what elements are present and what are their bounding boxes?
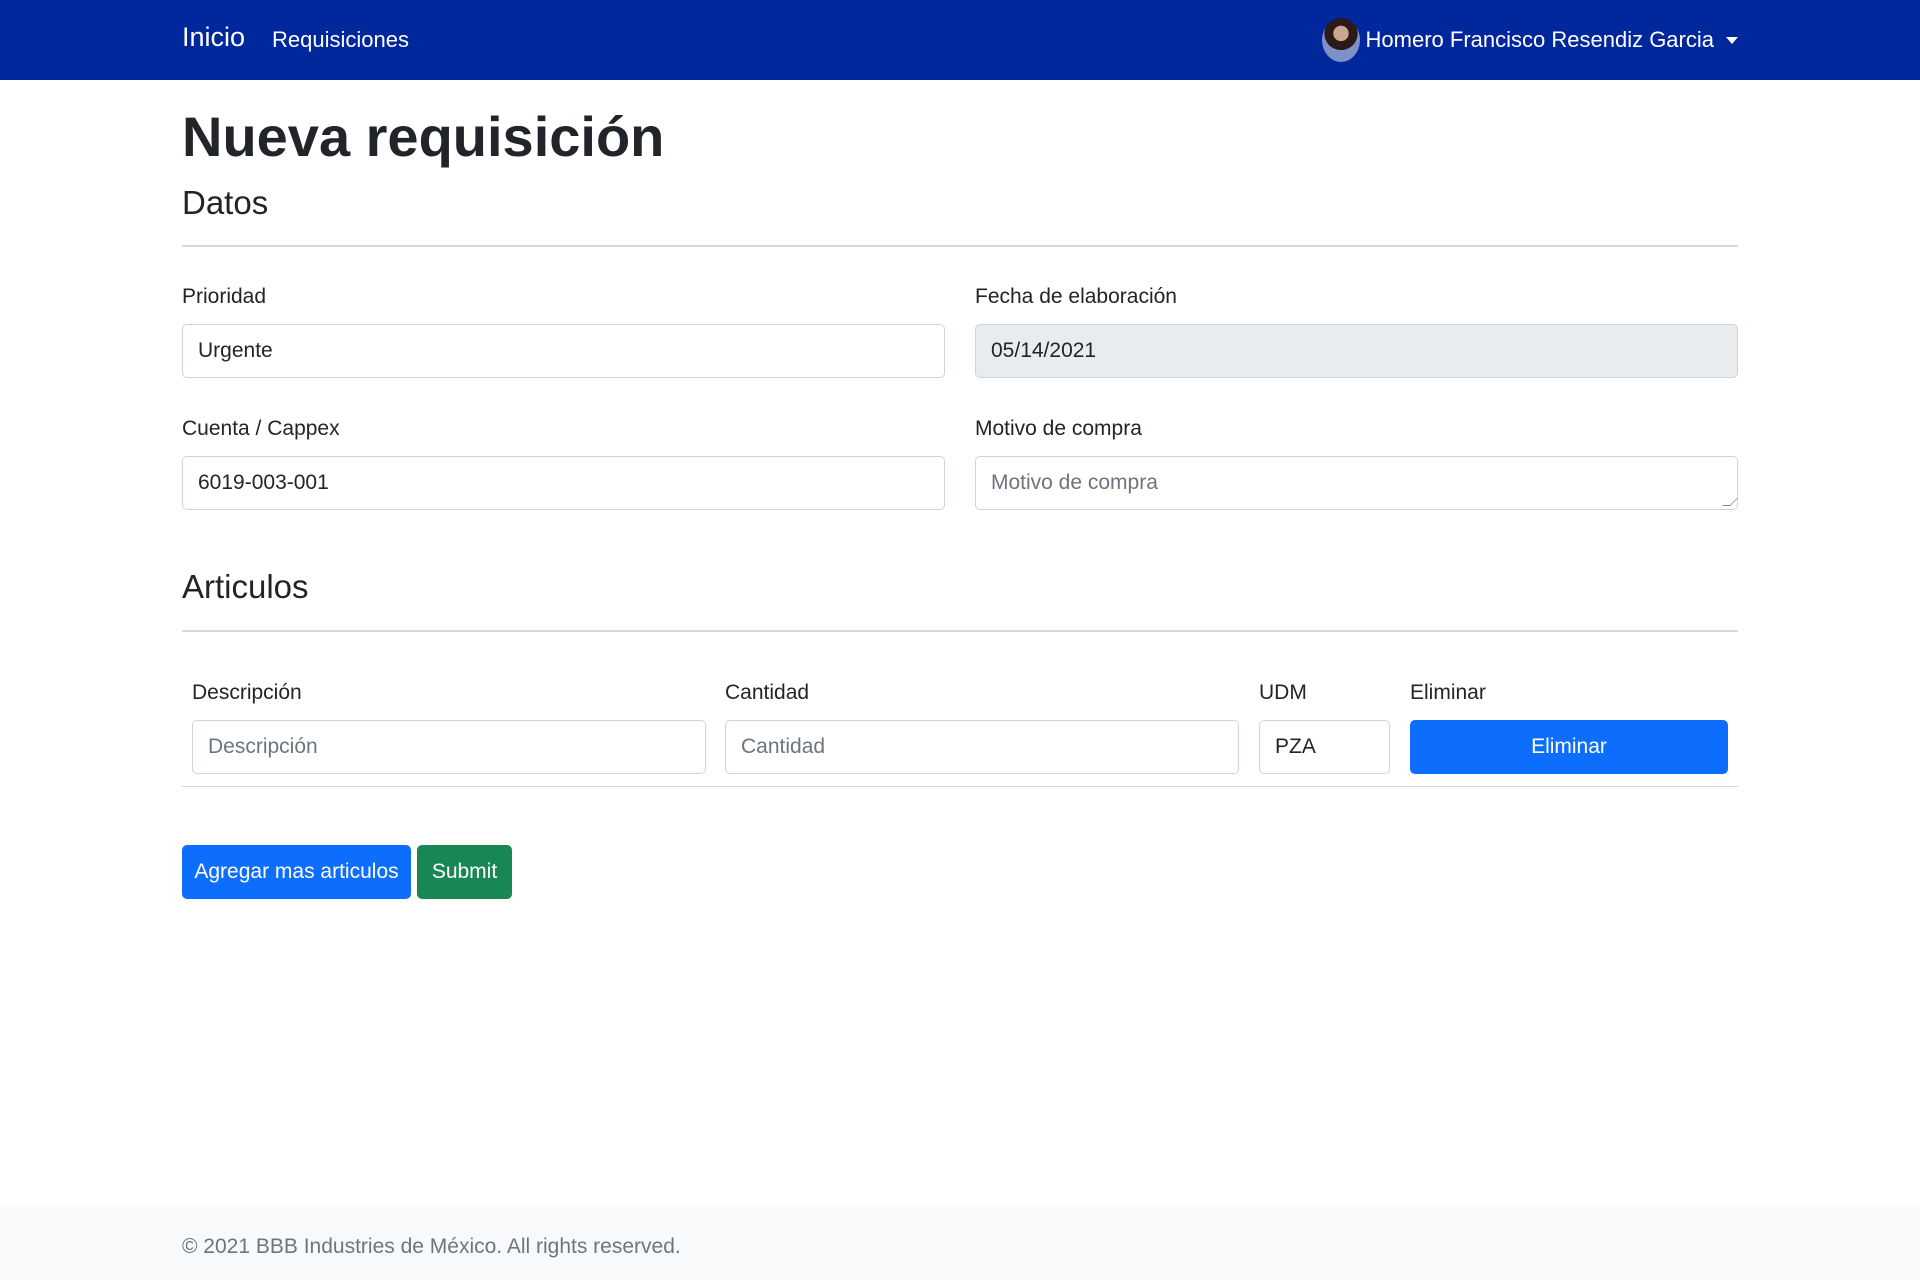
descripcion-input[interactable]: Descripción	[192, 720, 706, 774]
column-header-descripcion: Descripción	[192, 681, 302, 704]
section-heading-articulos: Articulos	[182, 568, 309, 605]
udm-input[interactable]: PZA	[1259, 720, 1390, 774]
avatar	[1321, 18, 1360, 62]
motivo-textarea[interactable]: Motivo de compra	[975, 456, 1738, 510]
fecha-label: Fecha de elaboración	[975, 285, 1177, 308]
motivo-label: Motivo de compra	[975, 417, 1142, 440]
add-articles-button[interactable]: Agregar mas articulos	[182, 845, 411, 899]
cuenta-field[interactable]: 6019-003-001	[182, 456, 945, 510]
fecha-field: 05/14/2021	[975, 324, 1738, 378]
page-title: Nueva requisición	[182, 105, 665, 168]
user-name: Homero Francisco Resendiz Garcia	[1365, 27, 1714, 52]
submit-button[interactable]: Submit	[417, 845, 512, 899]
user-dropdown[interactable]: Homero Francisco Resendiz Garcia	[1321, 17, 1738, 63]
motivo-placeholder: Motivo de compra	[991, 471, 1158, 494]
caret-down-icon	[1726, 36, 1738, 44]
resize-handle-icon[interactable]	[1722, 498, 1738, 506]
cuenta-label: Cuenta / Cappex	[182, 417, 340, 440]
section-heading-datos: Datos	[182, 184, 269, 221]
row-divider	[182, 786, 1738, 787]
divider	[182, 630, 1738, 632]
nav-link-requisiciones[interactable]: Requisiciones	[272, 27, 409, 53]
prioridad-label: Prioridad	[182, 285, 267, 308]
eliminar-button[interactable]: Eliminar	[1410, 720, 1728, 774]
footer: © 2021 BBB Industries de México. All rig…	[0, 1207, 1920, 1280]
brand-link[interactable]: Inicio	[182, 22, 245, 53]
column-header-cantidad: Cantidad	[725, 681, 810, 704]
prioridad-field[interactable]: Urgente	[182, 324, 945, 378]
cantidad-input[interactable]: Cantidad	[725, 720, 1239, 774]
footer-text: © 2021 BBB Industries de México. All rig…	[182, 1235, 681, 1258]
column-header-eliminar: Eliminar	[1410, 681, 1486, 704]
divider	[182, 245, 1738, 247]
column-header-udm: UDM	[1259, 681, 1307, 704]
navbar: Inicio Requisiciones Homero Francisco Re…	[0, 0, 1920, 80]
